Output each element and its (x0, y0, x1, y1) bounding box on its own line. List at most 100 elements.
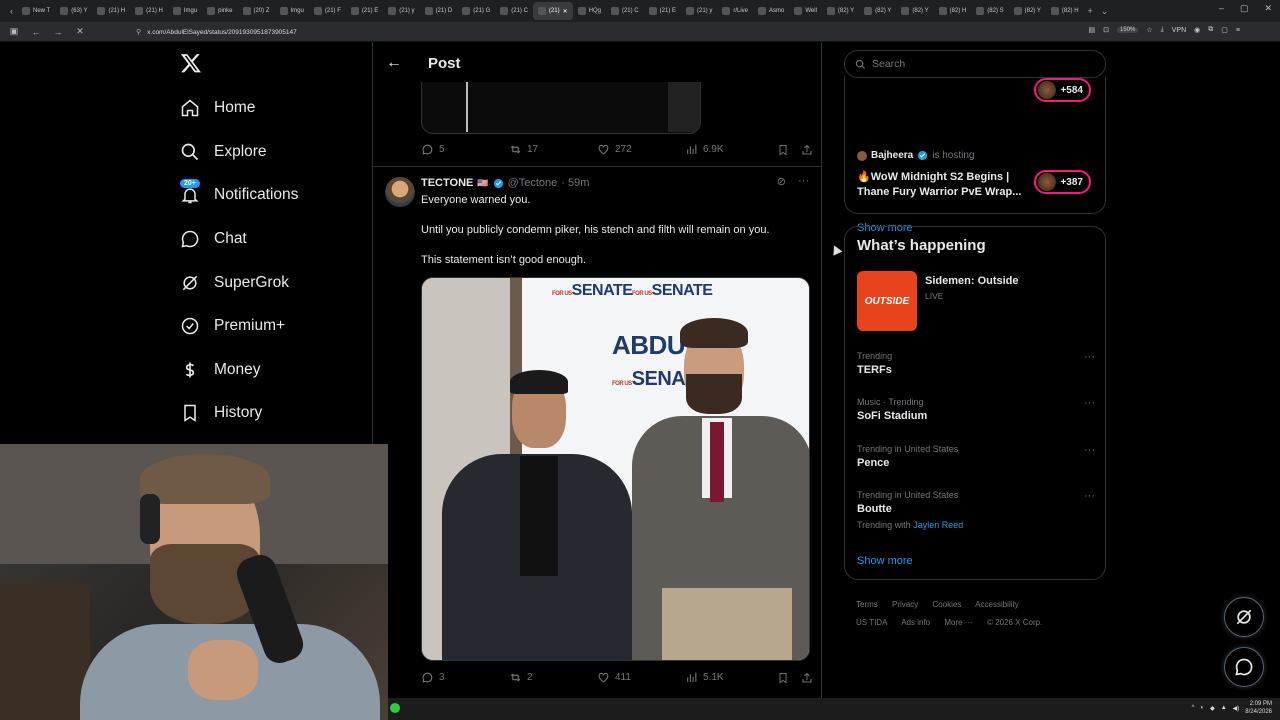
back-arrow-icon[interactable]: ← (386, 54, 402, 72)
nav-money[interactable]: Money (180, 355, 261, 385)
menu-icon[interactable]: ≡ (1236, 27, 1240, 34)
browser-tab[interactable]: (82) Y (896, 2, 933, 20)
browser-tab[interactable]: (82) Y (822, 2, 859, 20)
views-button[interactable]: 5.1K (685, 671, 773, 684)
nav-explore[interactable]: Explore (180, 137, 267, 167)
show-more-link[interactable]: Show more (857, 555, 913, 567)
footer-more-link[interactable]: More ··· (944, 618, 972, 627)
browser-tab[interactable]: (63) Y (55, 2, 92, 20)
trending-with-link[interactable]: Jaylen Reed (913, 520, 963, 530)
more-options-icon[interactable]: ··· (1084, 397, 1095, 409)
forward-nav-icon[interactable]: → (52, 27, 64, 37)
tray-app-icon[interactable]: ◐ (1200, 705, 1204, 711)
browser-tab[interactable]: (21) F (309, 2, 346, 20)
grok-fab-button[interactable] (1224, 597, 1264, 637)
browser-tab[interactable]: (21) y (681, 2, 717, 20)
browser-tab[interactable]: (21) y (383, 2, 419, 20)
nav-premium[interactable]: Premium+ (180, 311, 285, 341)
bookmark-icon[interactable] (777, 144, 789, 156)
space-listeners-pill[interactable]: +387 (1034, 170, 1091, 194)
trend-item[interactable]: Trending in United States Boutte Trendin… (857, 490, 1095, 530)
more-options-icon[interactable]: ··· (798, 175, 809, 188)
browser-tab[interactable]: (82) S (971, 2, 1008, 20)
tab-close-icon[interactable]: ✕ (563, 8, 568, 15)
browser-tab[interactable]: pinke (202, 2, 237, 20)
browser-tab[interactable]: (21) ✕ (532, 2, 573, 20)
previous-post-media[interactable] (421, 82, 701, 134)
live-event-thumbnail[interactable]: OUTSIDE (857, 271, 917, 331)
footer-ustida-link[interactable]: US TIDA (856, 618, 887, 627)
trend-item[interactable]: Music · Trending SoFi Stadium ··· (857, 397, 1095, 422)
browser-tab[interactable]: (21) H (92, 2, 130, 20)
author-handle[interactable]: @Tectone (508, 177, 558, 189)
browser-tab[interactable]: Well (789, 2, 822, 20)
browser-tab[interactable]: Asmo (753, 2, 789, 20)
tweet-photo[interactable]: FOR USSENATE FOR USSENATE ABDUL FOR USSEN… (421, 277, 810, 661)
footer-privacy-link[interactable]: Privacy (892, 600, 918, 609)
live-event-title[interactable]: Sidemen: Outside (925, 275, 1019, 287)
browser-tab[interactable]: (82) Y (1009, 2, 1046, 20)
bookmark-star-icon[interactable]: ☆ (1146, 26, 1152, 34)
browser-tab[interactable]: (21) D (420, 2, 458, 20)
nav-chat[interactable]: Chat (180, 224, 247, 254)
nav-home[interactable]: Home (180, 93, 255, 123)
browser-tab[interactable]: (21) H (130, 2, 168, 20)
views-button[interactable]: 6.9K (685, 143, 773, 156)
more-options-icon[interactable]: ··· (1084, 444, 1095, 456)
repost-button[interactable]: 17 (509, 143, 597, 156)
browser-tab[interactable]: (21) E (346, 2, 383, 20)
bookmark-icon[interactable] (777, 672, 789, 684)
post-time[interactable]: · 59m (561, 177, 589, 189)
maximize-icon[interactable]: ▢ (1240, 3, 1249, 14)
nav-history[interactable]: History (180, 398, 262, 428)
extensions-icon[interactable]: ⧉ (1208, 26, 1213, 34)
address-bar[interactable]: ⚲ x.com/AbdulElSayed/status/209193095187… (136, 25, 1096, 39)
messages-fab-button[interactable] (1224, 647, 1264, 687)
reply-button[interactable]: 5 (421, 143, 509, 156)
network-icon[interactable]: ▲ (1221, 705, 1227, 711)
stop-loading-icon[interactable]: ✕ (74, 26, 86, 37)
zoom-level[interactable]: 150% (1117, 27, 1139, 33)
reader-icon[interactable]: ▤ (1089, 26, 1096, 34)
profile-icon[interactable]: ◉ (1194, 26, 1200, 34)
more-options-icon[interactable]: ··· (1084, 490, 1095, 502)
vpn-button[interactable]: VPN (1172, 27, 1186, 34)
nav-supergrok[interactable]: SuperGrok (180, 268, 289, 298)
browser-tab[interactable]: Imgu (168, 2, 202, 20)
download-icon[interactable]: ⤓ (1161, 26, 1164, 34)
footer-accessibility-link[interactable]: Accessibility (975, 600, 1019, 609)
sidebar-toggle-icon[interactable]: ▣ (8, 26, 20, 37)
browser-tab[interactable]: (21) C (606, 2, 644, 20)
footer-terms-link[interactable]: Terms (856, 600, 878, 609)
browser-tab[interactable]: r/Live (717, 2, 753, 20)
avatar[interactable] (385, 177, 415, 207)
browser-tab[interactable]: (20) Z (238, 2, 275, 20)
browser-tab[interactable]: (21) E (644, 2, 681, 20)
share-icon[interactable] (801, 144, 813, 156)
share-icon[interactable] (801, 672, 813, 684)
back-nav-icon[interactable]: ← (30, 27, 42, 37)
browser-tab[interactable]: (82) H (934, 2, 972, 20)
nav-notifications[interactable]: 20+ Notifications (180, 179, 298, 210)
reply-button[interactable]: 3 (421, 671, 509, 684)
browser-tab[interactable]: (21) C (495, 2, 533, 20)
minimize-icon[interactable]: – (1219, 3, 1224, 14)
footer-cookies-link[interactable]: Cookies (932, 600, 961, 609)
more-options-icon[interactable]: ··· (1084, 351, 1095, 363)
search-input[interactable]: Search (844, 50, 1106, 78)
browser-tab[interactable]: (82) Y (859, 2, 896, 20)
browser-tab[interactable]: New T (17, 2, 55, 20)
clock[interactable]: 2:09 PM 8/24/2026 (1245, 700, 1272, 716)
wallet-icon[interactable]: ▢ (1221, 26, 1228, 34)
trend-item[interactable]: Trending in United States Pence ··· (857, 444, 1095, 469)
close-window-icon[interactable]: ✕ (1264, 3, 1272, 14)
footer-ads-link[interactable]: Ads info (901, 618, 930, 627)
browser-tab[interactable]: HQg (573, 2, 606, 20)
repost-button[interactable]: 2 (509, 671, 597, 684)
browser-tab[interactable]: (21) G (457, 2, 495, 20)
like-button[interactable]: 272 (597, 143, 685, 156)
tab-scroll-left-icon[interactable]: ‹ (6, 6, 17, 16)
host-name[interactable]: Bajheera (871, 150, 913, 161)
grok-icon[interactable]: ⊘ (777, 175, 786, 188)
volume-icon[interactable]: ◀) (1233, 705, 1240, 712)
